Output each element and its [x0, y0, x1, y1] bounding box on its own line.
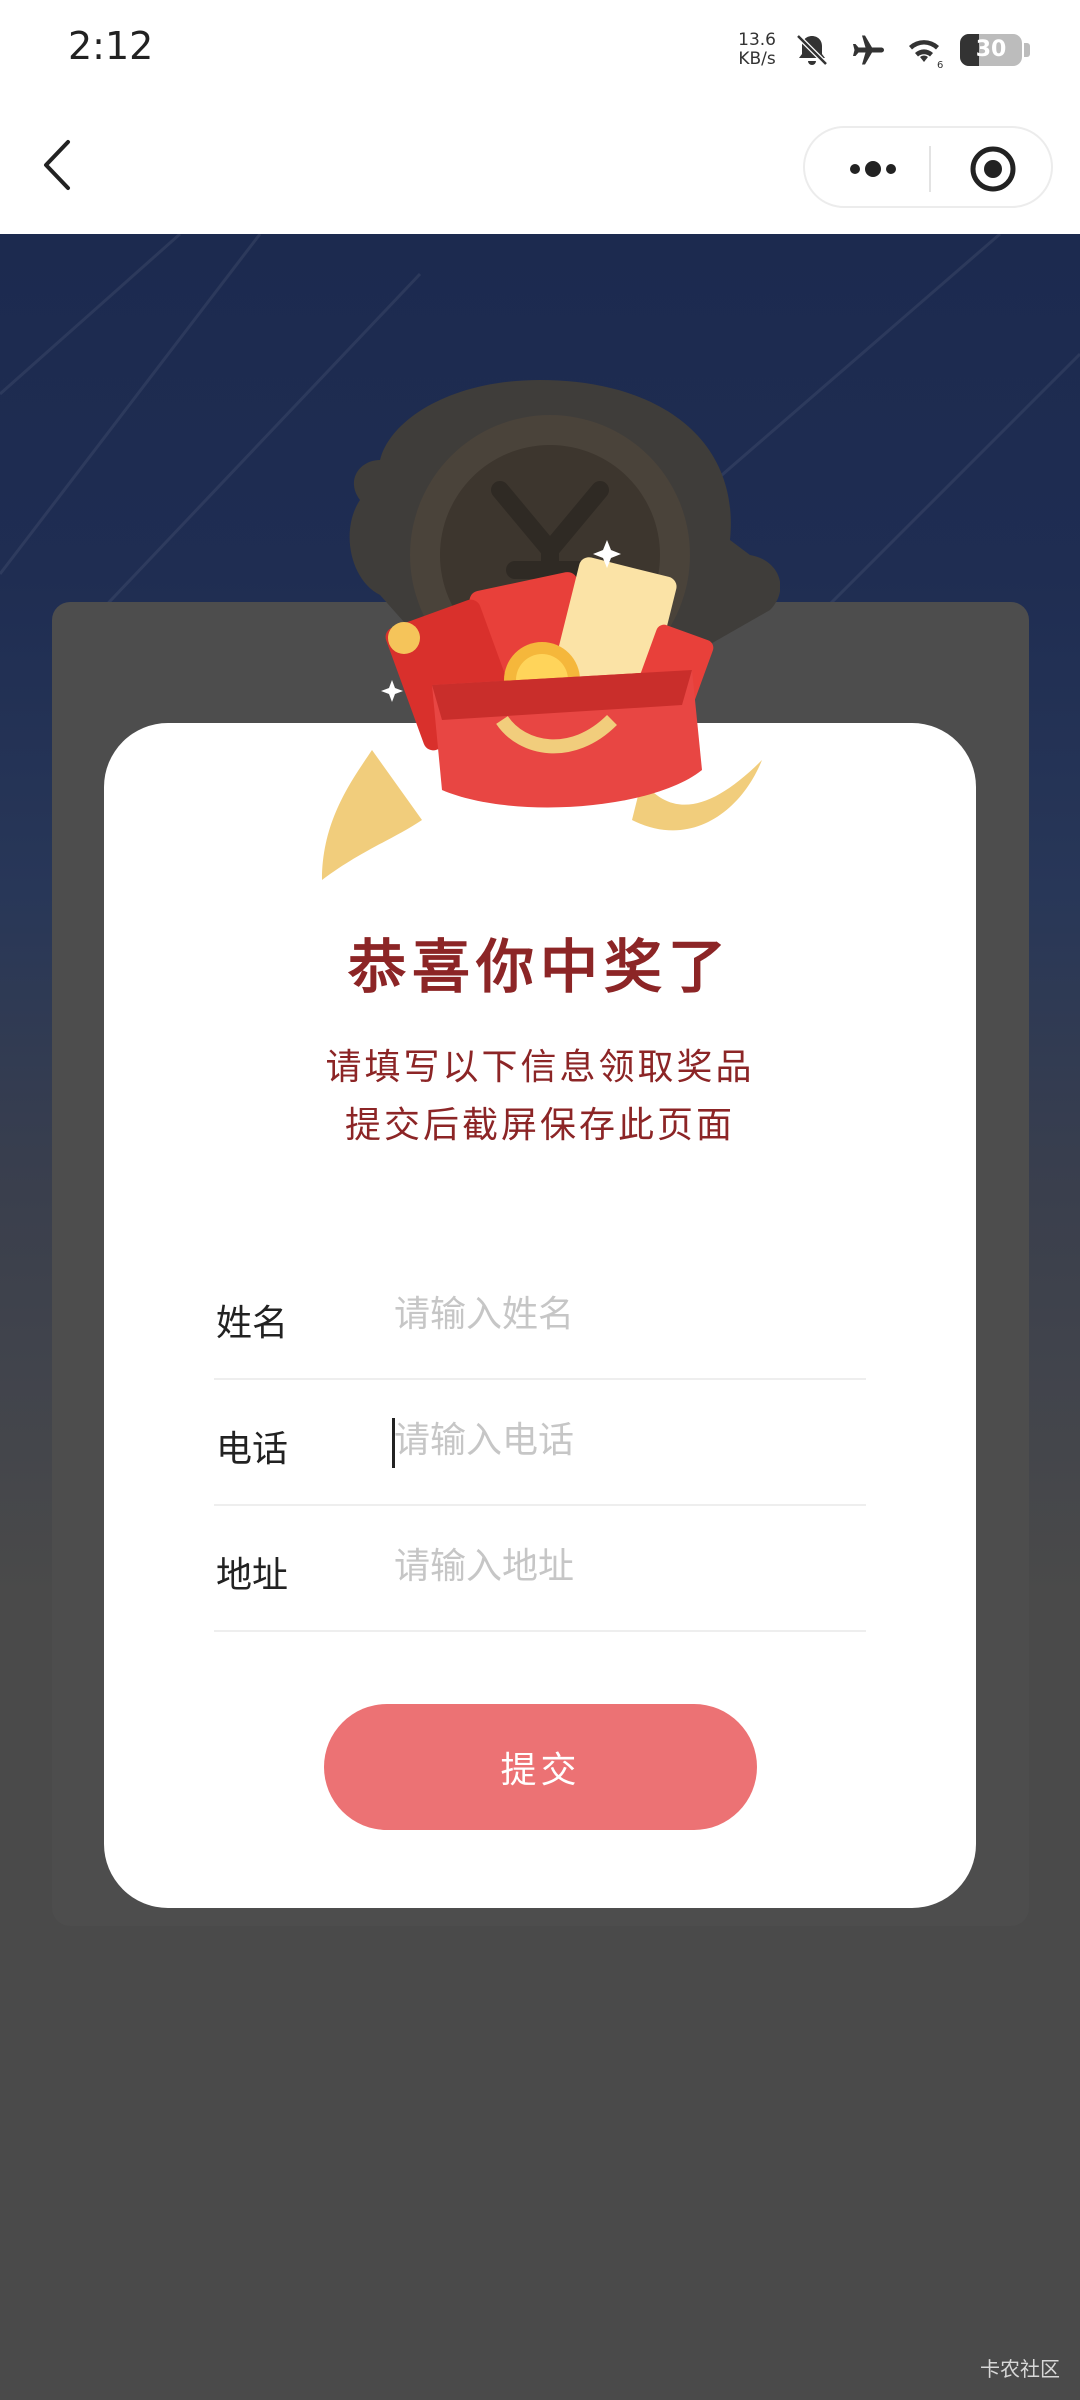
- prize-subtitle-line-1: 请填写以下信息领取奖品: [325, 1047, 755, 1088]
- name-input[interactable]: [394, 1282, 854, 1346]
- more-dots-icon: [850, 161, 896, 177]
- text-cursor: [392, 1418, 395, 1468]
- phone-label: 电话: [216, 1429, 289, 1470]
- status-bar: 2:12 13.6 KB/s 6 30: [0, 0, 1080, 100]
- status-icons: 13.6 KB/s 6 30: [738, 22, 1030, 78]
- battery-icon: 30: [960, 34, 1022, 66]
- wifi-icon: 6: [909, 40, 943, 70]
- gift-box-illustration: [322, 540, 762, 880]
- capsule-divider: [929, 146, 931, 192]
- nav-bar: [0, 100, 1080, 234]
- airplane-icon: [853, 35, 884, 65]
- prize-title: 恭喜你中奖了: [347, 933, 732, 1001]
- chevron-left-icon: [44, 140, 70, 190]
- bell-off-icon: [796, 34, 828, 66]
- close-mini-program-button[interactable]: [945, 136, 1041, 202]
- name-label: 姓名: [216, 1303, 289, 1344]
- form-row-name: 姓名: [214, 1254, 866, 1380]
- phone-input[interactable]: [394, 1408, 854, 1472]
- back-button[interactable]: [34, 130, 88, 200]
- more-button[interactable]: [825, 136, 921, 202]
- mini-program-capsule: [803, 126, 1053, 208]
- form-row-address: 地址: [214, 1506, 866, 1632]
- status-time: 2:12: [68, 24, 154, 68]
- battery-tip: [1024, 43, 1030, 57]
- network-speed-value: 13.6: [738, 30, 776, 50]
- network-speed-unit: KB/s: [738, 49, 776, 69]
- address-label: 地址: [216, 1555, 289, 1596]
- submit-button[interactable]: 提交: [324, 1704, 757, 1830]
- battery-level: 30: [975, 37, 1007, 62]
- wifi-signal-level: 6: [937, 60, 943, 70]
- network-speed: 13.6 KB/s: [738, 31, 776, 69]
- prize-subtitle-line-2: 提交后截屏保存此页面: [344, 1105, 735, 1146]
- address-input[interactable]: [394, 1534, 854, 1598]
- target-close-icon: [970, 146, 1016, 192]
- form-row-phone: 电话: [214, 1380, 866, 1506]
- watermark: 卡农社区: [980, 2357, 1060, 2381]
